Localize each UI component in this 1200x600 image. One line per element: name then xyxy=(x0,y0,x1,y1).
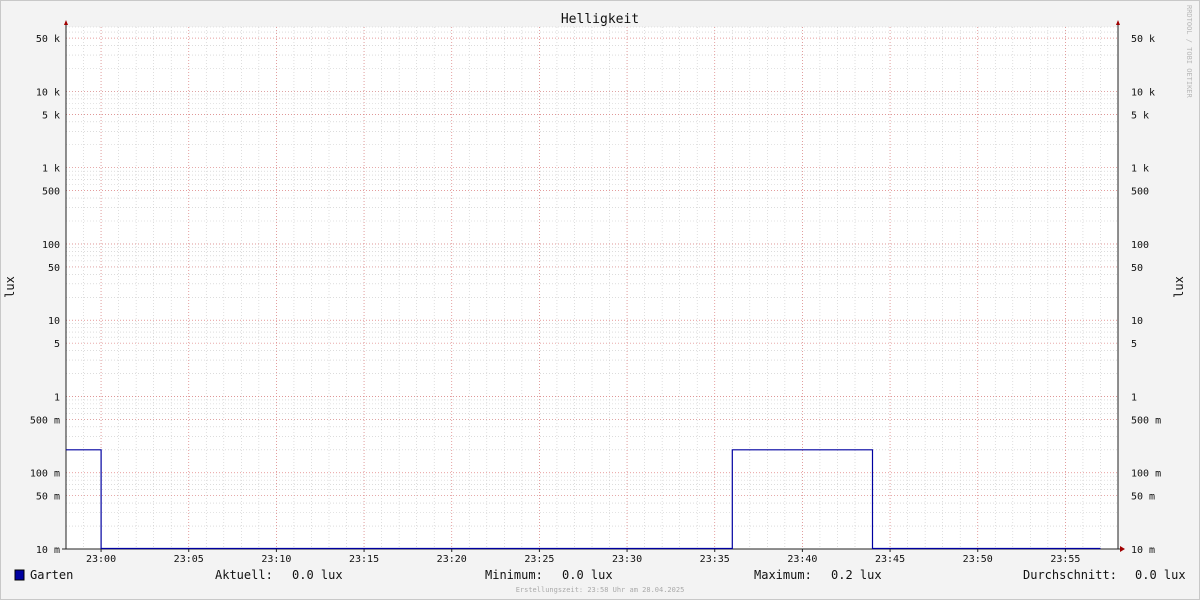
legend-average-label: Durchschnitt: xyxy=(1023,568,1117,582)
legend-series-name: Garten xyxy=(30,568,73,582)
y-tick-label-left: 1 k xyxy=(42,164,60,175)
brightness-chart: Helligkeit lux lux RRDTOOL / TOBI OETIKE… xyxy=(3,5,1193,594)
x-tick-label: 23:20 xyxy=(437,554,467,565)
legend-minimum-value: 0.0 lux xyxy=(562,568,613,582)
x-tick-label: 23:45 xyxy=(875,554,905,565)
legend-maximum-label: Maximum: xyxy=(754,568,812,582)
y-axis-left-arrow xyxy=(64,20,68,25)
x-tick-labels: 23:00 23:05 23:10 23:15 23:20 23:25 23:30 23:35… xyxy=(86,549,1080,565)
y-tick-label-right: 5 xyxy=(1131,339,1137,350)
y-tick-labels-right: 10 m 50 m 100 m 500 m 1 5 10 50 100 500 1 k 5 k 10 k… xyxy=(1131,34,1161,556)
y-tick-label-right: 1 k xyxy=(1131,164,1149,175)
chart-title: Helligkeit xyxy=(561,12,639,27)
x-tick-label: 23:05 xyxy=(174,554,204,565)
y-tick-label-right: 10 k xyxy=(1131,87,1155,98)
y-tick-label-left: 50 k xyxy=(36,34,60,45)
y-tick-label-right: 5 k xyxy=(1131,110,1149,121)
y-axis-right-arrow xyxy=(1116,20,1120,25)
y-tick-label-right: 100 xyxy=(1131,240,1149,251)
x-tick-label: 23:40 xyxy=(787,554,817,565)
y-tick-label-right: 10 xyxy=(1131,316,1143,327)
x-tick-label: 23:15 xyxy=(349,554,379,565)
y-tick-label-left: 1 xyxy=(54,392,60,403)
y-tick-label-left: 50 xyxy=(48,263,60,274)
y-axis-label-left: lux xyxy=(3,276,17,298)
y-tick-label-left: 500 m xyxy=(30,415,60,426)
legend-current-value: 0.0 lux xyxy=(292,568,343,582)
y-tick-label-left: 500 xyxy=(42,187,60,198)
legend-minimum-label: Minimum: xyxy=(485,568,543,582)
y-tick-label-right: 100 m xyxy=(1131,469,1161,480)
y-tick-label-left: 10 m xyxy=(36,545,60,556)
x-tick-label: 23:30 xyxy=(612,554,642,565)
y-tick-label-right: 50 xyxy=(1131,263,1143,274)
x-axis-arrow xyxy=(1120,546,1125,552)
x-tick-label: 23:55 xyxy=(1050,554,1080,565)
legend-current-label: Aktuell: xyxy=(215,568,273,582)
y-tick-label-left: 50 m xyxy=(36,492,60,503)
y-tick-label-right: 500 m xyxy=(1131,415,1161,426)
y-axis-label-right: lux xyxy=(1172,276,1186,298)
y-tick-label-right: 1 xyxy=(1131,392,1137,403)
x-tick-label: 23:10 xyxy=(261,554,291,565)
legend-maximum-value: 0.2 lux xyxy=(831,568,882,582)
y-tick-label-right: 50 m xyxy=(1131,492,1155,503)
y-tick-label-right: 10 m xyxy=(1131,545,1155,556)
y-tick-label-right: 500 xyxy=(1131,187,1149,198)
x-tick-label: 23:00 xyxy=(86,554,116,565)
x-tick-label: 23:50 xyxy=(963,554,993,565)
y-tick-label-left: 100 xyxy=(42,240,60,251)
y-tick-label-left: 10 k xyxy=(36,87,60,98)
y-tick-label-left: 10 xyxy=(48,316,60,327)
legend-average-value: 0.0 lux xyxy=(1135,568,1186,582)
x-tick-label: 23:35 xyxy=(700,554,730,565)
legend-swatch xyxy=(14,569,25,581)
y-tick-label-left: 5 k xyxy=(42,110,60,121)
footer-timestamp: Erstellungszeit: 23:58 Uhr am 28.04.2025 xyxy=(516,586,685,594)
x-tick-label: 23:25 xyxy=(524,554,554,565)
y-tick-label-right: 50 k xyxy=(1131,34,1155,45)
watermark: RRDTOOL / TOBI OETIKER xyxy=(1185,5,1193,99)
y-tick-labels-left: 10 m 50 m 100 m 500 m 1 5 10 50 100 500 1 k 5 k 10 k… xyxy=(30,34,60,556)
y-tick-label-left: 100 m xyxy=(30,469,60,480)
y-tick-label-left: 5 xyxy=(54,339,60,350)
